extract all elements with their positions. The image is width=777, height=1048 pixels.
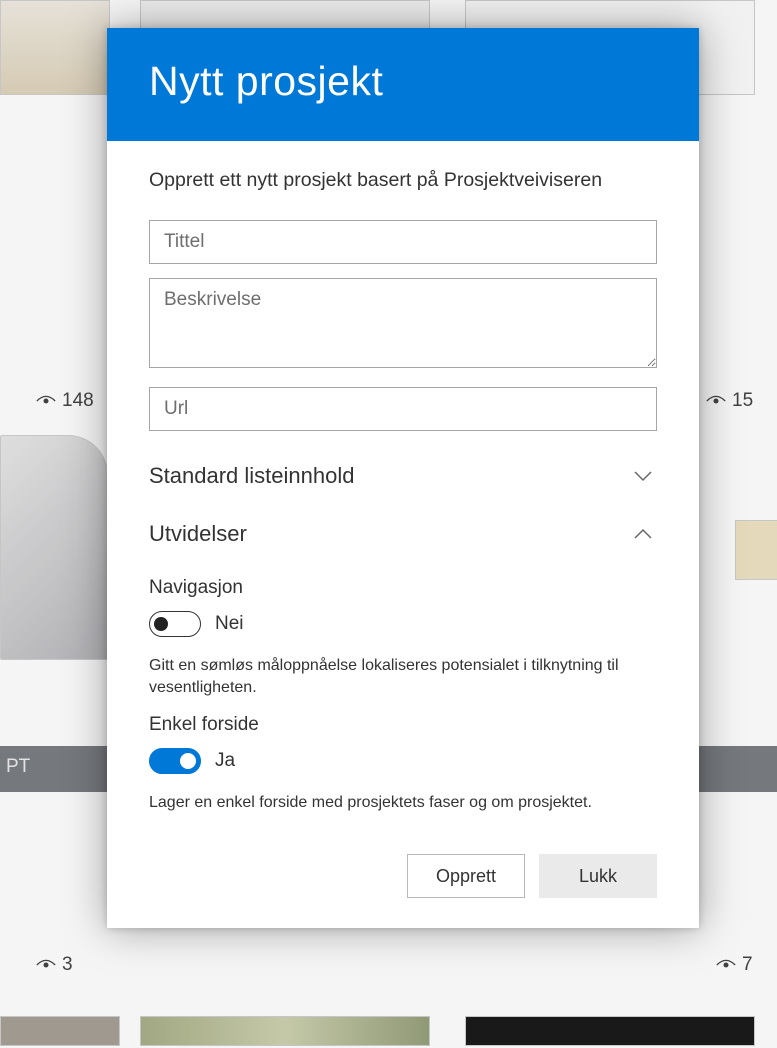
url-input[interactable] — [149, 387, 657, 431]
simple-front-toggle[interactable] — [149, 748, 201, 774]
view-count: 148 — [36, 390, 94, 412]
navigation-setting-label: Navigasjon — [149, 577, 657, 599]
title-input[interactable] — [149, 220, 657, 264]
dialog-title: Nytt prosjekt — [149, 58, 657, 105]
chevron-down-icon — [633, 470, 653, 482]
navigation-help-text: Gitt en sømløs måloppnåelse lokaliseres … — [149, 655, 657, 700]
eye-icon — [36, 958, 56, 972]
eye-icon — [716, 958, 736, 972]
gallery-tile[interactable] — [140, 1016, 430, 1046]
description-textarea[interactable] — [149, 278, 657, 368]
create-button[interactable]: Opprett — [407, 854, 525, 898]
gallery-tile[interactable] — [735, 520, 777, 580]
gallery-tile[interactable] — [0, 0, 110, 95]
simple-front-toggle-state: Ja — [215, 750, 235, 772]
eye-icon — [36, 394, 56, 408]
new-project-dialog: Nytt prosjekt Opprett ett nytt prosjekt … — [107, 28, 699, 928]
section-label: Utvidelser — [149, 521, 247, 547]
dialog-intro: Opprett ett nytt prosjekt basert på Pros… — [149, 169, 657, 192]
dialog-body: Opprett ett nytt prosjekt basert på Pros… — [107, 141, 699, 928]
section-extensions[interactable]: Utvidelser — [149, 503, 657, 561]
dialog-button-row: Opprett Lukk — [149, 854, 657, 898]
section-standard-list-content[interactable]: Standard listeinnhold — [149, 445, 657, 503]
simple-front-setting-label: Enkel forside — [149, 714, 657, 736]
close-button[interactable]: Lukk — [539, 854, 657, 898]
extensions-panel: Navigasjon Nei Gitt en sømløs måloppnåel… — [149, 561, 657, 814]
dialog-header: Nytt prosjekt — [107, 28, 699, 141]
eye-icon — [706, 394, 726, 408]
toggle-knob — [154, 617, 168, 631]
view-count: 15 — [706, 390, 753, 412]
simple-front-help-text: Lager en enkel forside med prosjektets f… — [149, 792, 657, 814]
simple-front-toggle-row: Ja — [149, 748, 657, 774]
gallery-tile[interactable] — [0, 435, 108, 660]
chevron-up-icon — [633, 528, 653, 540]
view-count: 7 — [716, 954, 753, 976]
view-count: 3 — [36, 954, 73, 976]
gallery-tile[interactable] — [0, 1016, 120, 1046]
section-label: Standard listeinnhold — [149, 463, 354, 489]
navigation-toggle[interactable] — [149, 611, 201, 637]
gallery-tile[interactable] — [465, 1016, 755, 1046]
toggle-knob — [180, 753, 196, 769]
gallery-tile[interactable] — [140, 0, 430, 30]
navigation-toggle-row: Nei — [149, 611, 657, 637]
navigation-toggle-state: Nei — [215, 613, 244, 635]
